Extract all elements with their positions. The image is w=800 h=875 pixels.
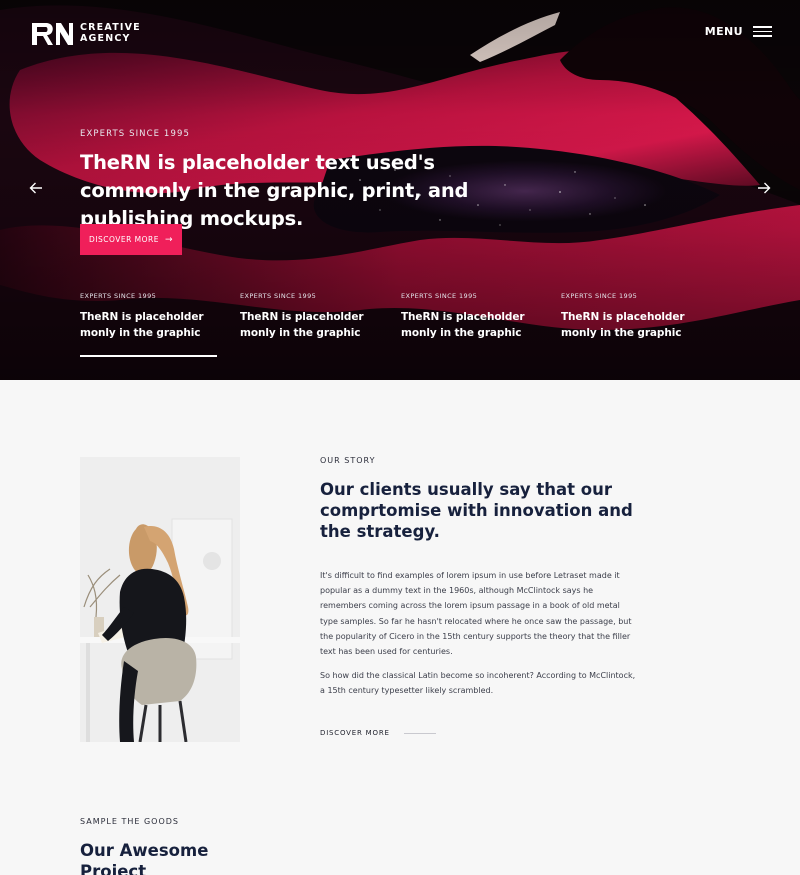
story-kicker: OUR STORY — [320, 456, 376, 465]
slide-tab-3[interactable]: EXPERTS SINCE 1995 TheRN is placeholder … — [401, 292, 551, 358]
story-paragraph: So how did the classical Latin become so… — [320, 671, 636, 696]
brand-line-agency: AGENCY — [80, 33, 131, 44]
story-link-label: DISCOVER MORE — [320, 729, 390, 737]
brand-line-creative: CREATIVE — [80, 22, 141, 33]
hero-section: CREATIVE AGENCY MENU EXPERTS SINCE 1995 … — [0, 0, 800, 380]
woman-at-desk-illustration — [80, 457, 240, 742]
slide-kicker: EXPERTS SINCE 1995 — [240, 292, 317, 300]
slide-kicker: EXPERTS SINCE 1995 — [561, 292, 638, 300]
goods-kicker: SAMPLE THE GOODS — [80, 817, 180, 826]
active-slide-indicator — [80, 355, 217, 357]
brand-logo[interactable]: CREATIVE AGENCY — [30, 18, 141, 48]
arrow-left-icon[interactable] — [29, 181, 43, 195]
slider-thumbnails: EXPERTS SINCE 1995 TheRN is placeholder … — [80, 292, 720, 358]
slide-title: TheRN is placeholder monly in the graphi… — [401, 311, 525, 339]
menu-label: MENU — [704, 25, 743, 38]
story-photo — [80, 457, 240, 742]
slide-title: TheRN is placeholder monly in the graphi… — [80, 311, 204, 339]
link-underline — [403, 732, 436, 734]
brand-name: CREATIVE AGENCY — [80, 22, 141, 44]
arrow-right-icon: → — [165, 234, 174, 245]
discover-more-label: DISCOVER MORE — [88, 235, 159, 244]
rn-logo-icon — [32, 23, 73, 45]
slide-kicker: EXPERTS SINCE 1995 — [80, 292, 157, 300]
goods-title: Our Awesome Project — [80, 841, 209, 875]
slide-title: TheRN is placeholder monly in the graphi… — [240, 311, 364, 339]
slide-title: TheRN is placeholder monly in the graphi… — [561, 311, 685, 339]
hamburger-icon — [753, 26, 772, 37]
arrow-right-icon[interactable] — [757, 181, 771, 195]
slide-kicker: EXPERTS SINCE 1995 — [401, 292, 478, 300]
hero-kicker: EXPERTS SINCE 1995 — [80, 129, 190, 139]
slide-tab-2[interactable]: EXPERTS SINCE 1995 TheRN is placeholder … — [240, 292, 390, 358]
discover-more-button[interactable]: DISCOVER MORE → — [80, 224, 182, 255]
story-discover-more-link[interactable]: DISCOVER MORE — [320, 729, 436, 737]
story-paragraph: It's difficult to find examples of lorem… — [320, 571, 632, 657]
slide-tab-4[interactable]: EXPERTS SINCE 1995 TheRN is placeholder … — [561, 292, 711, 358]
slide-tab-1[interactable]: EXPERTS SINCE 1995 TheRN is placeholder … — [80, 292, 230, 358]
story-title: Our clients usually say that our comprto… — [320, 480, 633, 541]
hero-title: TheRN is placeholder text used's commonl… — [80, 151, 469, 230]
menu-toggle[interactable]: MENU — [705, 25, 772, 38]
